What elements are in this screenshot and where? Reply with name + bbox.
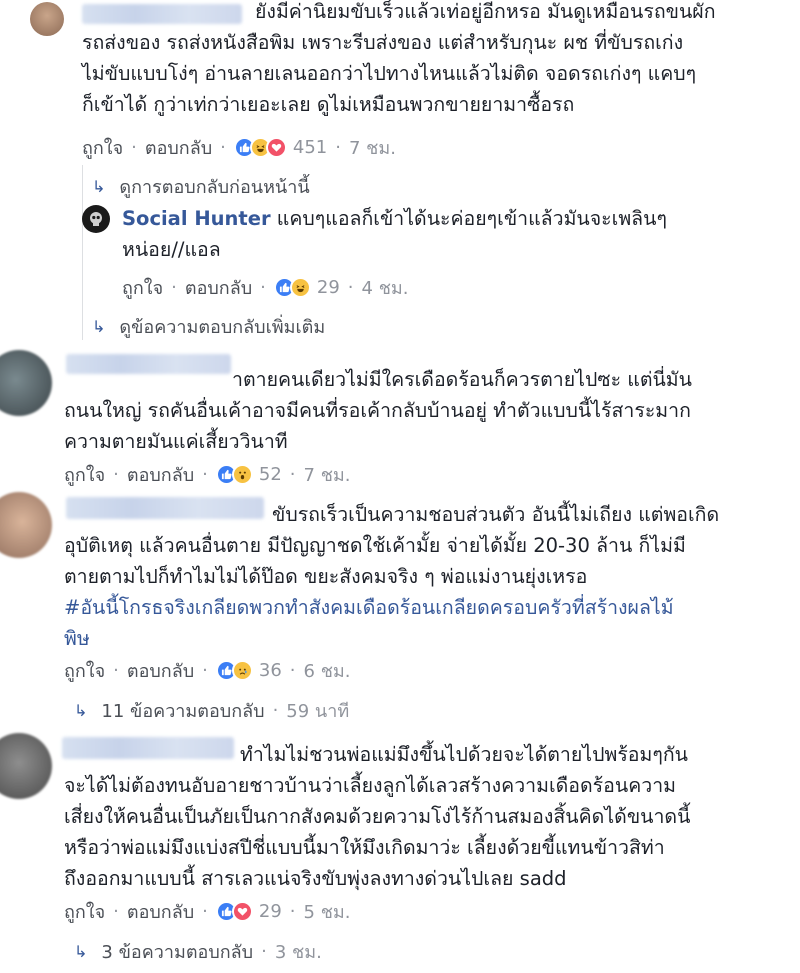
reaction-count[interactable]: 52 <box>259 464 282 485</box>
comment-time[interactable]: 7 ชม. <box>304 460 351 489</box>
view-replies[interactable]: ↳ 3 ข้อความตอบกลับ · 3 ชม. <box>74 937 322 966</box>
reaction-icons[interactable] <box>273 277 311 298</box>
like-link[interactable]: ถูกใจ <box>64 460 105 489</box>
reaction-icons[interactable] <box>215 901 253 922</box>
reaction-count[interactable]: 29 <box>259 901 282 922</box>
avatar[interactable] <box>0 733 52 799</box>
reply-thread-line <box>82 165 83 340</box>
reply-avatar[interactable] <box>82 205 110 233</box>
comment-line: รถส่งของ รถส่งหนังสือพิม เพราะรีบส่งของ … <box>82 31 684 54</box>
comment-text: ถนนใหญ่ รถคันอื่นเค้าอาจมีคนที่รอเค้ากลั… <box>64 399 691 453</box>
comment-text: จะได้ไม่ต้องทนอับอายชาวบ้านว่าเลี้ยงลูกไ… <box>64 774 691 890</box>
like-link[interactable]: ถูกใจ <box>122 273 163 302</box>
author-name-blurred[interactable] <box>82 4 242 24</box>
comment-text: อุบัติเหตุ แล้วคนอื่นตาย มีปัญญาชดใช้เค้… <box>64 530 686 654</box>
view-previous-replies[interactable]: ↳ ดูการตอบกลับก่อนหน้านี้ <box>92 172 310 201</box>
comment-meta: ถูกใจ · ตอบกลับ · 451 · 7 ชม. <box>82 133 396 162</box>
reply-meta: ถูกใจ · ตอบกลับ · 29 · 4 ชม. <box>122 273 409 302</box>
comment-time[interactable]: 5 ชม. <box>304 897 351 926</box>
comment-text: าตายคนเดียวไม่มีใครเดือดร้อนก็ควรตายไปซะ… <box>232 368 692 391</box>
reaction-count[interactable]: 36 <box>259 660 282 681</box>
wow-reaction-icon <box>231 464 253 485</box>
reply-link[interactable]: ตอบกลับ <box>127 656 194 685</box>
reply-link[interactable]: ตอบกลับ <box>127 460 194 489</box>
comment-text: รถส่งของ รถส่งหนังสือพิม เพราะรีบส่งของ … <box>82 27 696 120</box>
reply-link[interactable]: ตอบกลับ <box>127 897 194 926</box>
view-replies[interactable]: ↳ 11 ข้อความตอบกลับ · 59 นาที <box>74 696 349 725</box>
reply-arrow-icon: ↳ <box>74 942 88 961</box>
author-name-blurred[interactable] <box>62 737 234 759</box>
comment-time[interactable]: 4 ชม. <box>362 273 409 302</box>
reaction-icons[interactable] <box>233 137 287 158</box>
avatar[interactable] <box>0 492 52 558</box>
skull-logo-icon <box>90 212 102 226</box>
reply-link[interactable]: ตอบกลับ <box>185 273 252 302</box>
reaction-count[interactable]: 29 <box>317 277 340 298</box>
reply-arrow-icon: ↳ <box>92 317 106 336</box>
comment-time[interactable]: 7 ชม. <box>349 133 396 162</box>
like-link[interactable]: ถูกใจ <box>64 656 105 685</box>
avatar[interactable] <box>0 350 52 416</box>
comment-text: ทำไมไม่ชวนพ่อแม่มึงขึ้นไปด้วยจะได้ตายไปพ… <box>240 743 688 766</box>
love-reaction-icon <box>265 137 287 158</box>
reaction-icons[interactable] <box>215 660 253 681</box>
reply-arrow-icon: ↳ <box>92 177 106 196</box>
love-reaction-icon <box>231 901 253 922</box>
reaction-icons[interactable] <box>215 464 253 485</box>
haha-reaction-icon <box>289 277 311 298</box>
reply-text: Social Hunter แคบๆแอลก็เข้าได้นะค่อยๆเข้… <box>122 207 667 261</box>
comment-line: ยังมีค่านิยมขับเร็วแล้วเท่อยู่อีกหรอ มัน… <box>255 0 716 23</box>
comment-time[interactable]: 6 ชม. <box>304 656 351 685</box>
comment-line: ไม่ขับแบบโง่ๆ อ่านลายเลนออกว่าไปทางไหนแล… <box>82 62 697 85</box>
hashtag-link[interactable]: พิษ <box>64 623 686 654</box>
author-name-blurred[interactable] <box>66 497 264 519</box>
reply-arrow-icon: ↳ <box>74 701 88 720</box>
comment-text: ยังมีค่านิยมขับเร็วแล้วเท่อยู่อีกหรอ มัน… <box>255 0 716 27</box>
view-more-replies[interactable]: ↳ ดูข้อความตอบกลับเพิ่มเติม <box>92 312 325 341</box>
comment-meta: ถูกใจ · ตอบกลับ · 29 · 5 ชม. <box>64 897 351 926</box>
reply-author-name[interactable]: Social Hunter <box>122 207 271 230</box>
comment-text: ขับรถเร็วเป็นความชอบส่วนตัว อันนี้ไม่เถี… <box>272 503 720 526</box>
like-link[interactable]: ถูกใจ <box>82 133 123 162</box>
reaction-count[interactable]: 451 <box>293 137 327 158</box>
comment-meta: ถูกใจ · ตอบกลับ · 36 · 6 ชม. <box>64 656 351 685</box>
comment-line: ก็เข้าได้ กูว่าเท่กว่าเยอะเลย ดูไม่เหมือ… <box>82 93 575 116</box>
avatar[interactable] <box>30 2 64 36</box>
comment-meta: ถูกใจ · ตอบกลับ · 52 · 7 ชม. <box>64 460 351 489</box>
author-name-blurred[interactable] <box>66 354 231 374</box>
sad-reaction-icon <box>231 660 253 681</box>
like-link[interactable]: ถูกใจ <box>64 897 105 926</box>
reply-link[interactable]: ตอบกลับ <box>145 133 212 162</box>
hashtag-link[interactable]: #อันนี้โกรธจริงเกลียดพวกทำสังคมเดือดร้อน… <box>64 592 686 623</box>
